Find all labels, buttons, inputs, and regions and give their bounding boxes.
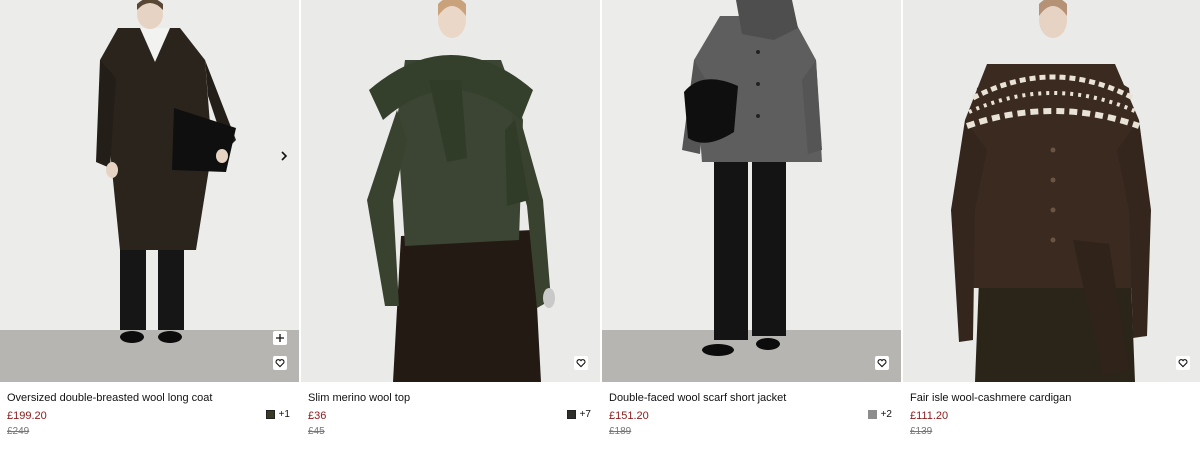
next-image-button[interactable] bbox=[277, 149, 291, 163]
heart-icon bbox=[1178, 359, 1188, 368]
sale-price: £111.20 bbox=[910, 410, 949, 422]
color-swatch[interactable] bbox=[566, 410, 576, 419]
original-price: £45 bbox=[308, 426, 325, 437]
product-name[interactable]: Fair isle wool-cashmere cardigan bbox=[910, 392, 1195, 405]
chevron-right-icon bbox=[281, 151, 288, 161]
heart-icon bbox=[576, 359, 586, 368]
product-image[interactable] bbox=[0, 0, 299, 382]
product-name[interactable]: Double-faced wool scarf short jacket bbox=[609, 392, 894, 405]
wishlist-button[interactable] bbox=[273, 356, 287, 370]
product-grid: Oversized double-breasted wool long coat… bbox=[0, 0, 1200, 468]
product-photo-coat bbox=[0, 0, 299, 382]
color-swatch[interactable] bbox=[867, 410, 877, 419]
product-photo-top bbox=[301, 0, 600, 382]
sale-price: £199.20 bbox=[7, 410, 47, 422]
more-colors-count[interactable]: +2 bbox=[881, 409, 892, 420]
color-swatches[interactable]: +1 bbox=[265, 409, 290, 420]
original-price: £139 bbox=[910, 426, 933, 437]
color-swatch[interactable] bbox=[265, 410, 275, 419]
wishlist-button[interactable] bbox=[574, 356, 588, 370]
product-photo-cardigan bbox=[903, 0, 1200, 382]
product-card[interactable]: Slim merino wool top £36 £45 +7 bbox=[301, 0, 600, 468]
product-image[interactable] bbox=[903, 0, 1200, 382]
quick-add-button[interactable] bbox=[273, 331, 287, 345]
product-info: Oversized double-breasted wool long coat… bbox=[0, 382, 299, 468]
product-info: Double-faced wool scarf short jacket £15… bbox=[602, 382, 901, 468]
product-card[interactable]: Double-faced wool scarf short jacket £15… bbox=[602, 0, 901, 468]
product-info: Fair isle wool-cashmere cardigan £111.20… bbox=[903, 382, 1200, 468]
wishlist-button[interactable] bbox=[1176, 356, 1190, 370]
original-price: £249 bbox=[7, 426, 30, 437]
wishlist-button[interactable] bbox=[875, 356, 889, 370]
product-info: Slim merino wool top £36 £45 +7 bbox=[301, 382, 600, 468]
color-swatches[interactable]: +2 bbox=[867, 409, 892, 420]
original-price: £189 bbox=[609, 426, 632, 437]
product-photo-jacket bbox=[602, 0, 901, 382]
heart-icon bbox=[275, 359, 285, 368]
plus-icon bbox=[276, 334, 284, 342]
product-image[interactable] bbox=[602, 0, 901, 382]
product-name[interactable]: Slim merino wool top bbox=[308, 392, 593, 405]
product-image[interactable] bbox=[301, 0, 600, 382]
sale-price: £36 bbox=[308, 410, 327, 422]
product-name[interactable]: Oversized double-breasted wool long coat bbox=[7, 392, 292, 405]
more-colors-count[interactable]: +1 bbox=[279, 409, 290, 420]
product-card[interactable]: Oversized double-breasted wool long coat… bbox=[0, 0, 299, 468]
more-colors-count[interactable]: +7 bbox=[580, 409, 591, 420]
product-card[interactable]: Fair isle wool-cashmere cardigan £111.20… bbox=[903, 0, 1200, 468]
sale-price: £151.20 bbox=[609, 410, 649, 422]
heart-icon bbox=[877, 359, 887, 368]
color-swatches[interactable]: +7 bbox=[566, 409, 591, 420]
